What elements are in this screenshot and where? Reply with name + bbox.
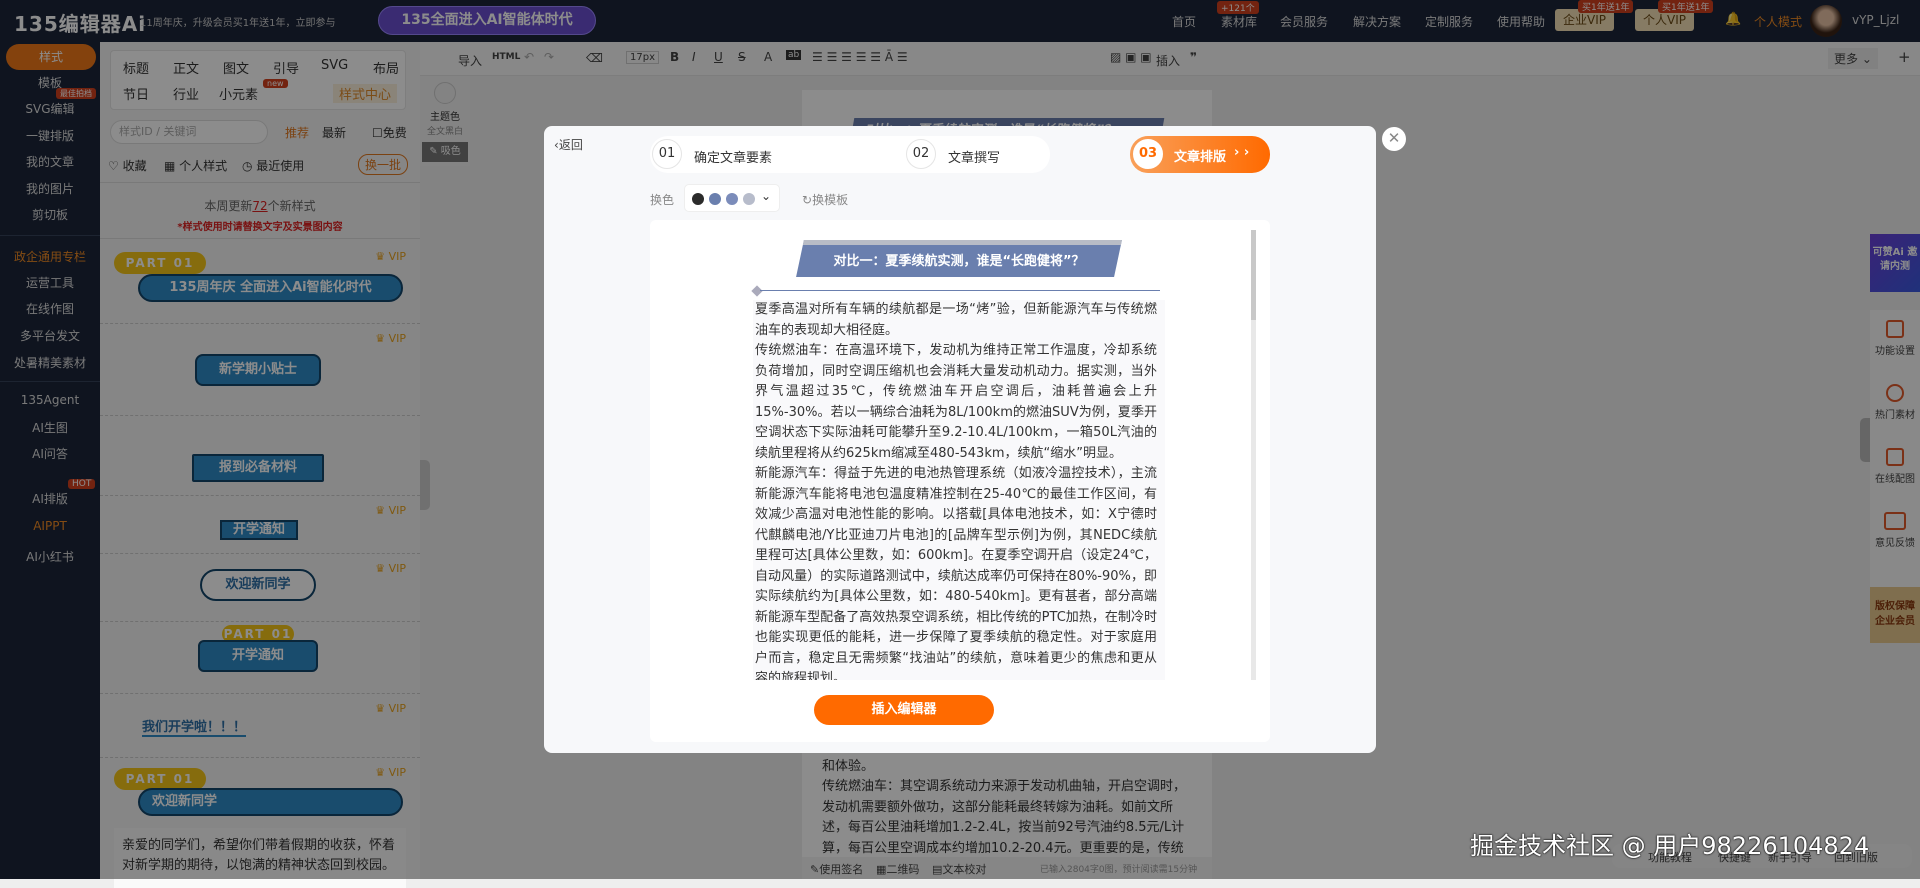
paragraph: 夏季高温对所有车辆的续航都是一场“烤”验，但新能源汽车与传统燃油车的表现却大相径… xyxy=(755,302,1157,338)
step-3-label: 文章排版 xyxy=(1174,150,1227,165)
step-1-number: 01 xyxy=(652,139,682,169)
close-icon[interactable]: ✕ xyxy=(1382,127,1406,151)
color-label: 换色 xyxy=(650,193,675,207)
chevron-down-icon: ⌄ xyxy=(761,189,772,203)
insert-editor-button[interactable]: 插入编辑器 xyxy=(814,695,994,725)
step-3-active[interactable]: 03 文章排版 › › xyxy=(1130,136,1270,173)
swatch-4 xyxy=(743,193,755,205)
diamond-icon xyxy=(751,285,763,297)
back-button[interactable]: ‹返回 xyxy=(554,136,583,153)
swatch-3 xyxy=(726,193,738,205)
paragraph: 传统燃油车：在高温环境下，发动机为维持正常工作温度，冷却系统负荷增加，同时空调压… xyxy=(755,343,1157,461)
watermark: 掘金技术社区 @ 用户98226104824 xyxy=(1470,832,1870,860)
swatch-2 xyxy=(709,193,721,205)
change-template-button[interactable]: ↻换模板 xyxy=(802,191,848,208)
article-body[interactable]: 夏季高温对所有车辆的续航都是一场“烤”验，但新能源汽车与传统燃油车的表现却大相径… xyxy=(753,300,1165,680)
step-1-label[interactable]: 确定文章要素 xyxy=(694,147,772,166)
step-2-label[interactable]: 文章撰写 xyxy=(948,147,1000,166)
chevrons-icon: › › xyxy=(1234,145,1250,160)
article-heading: 对比一：夏季续航实测，谁是“长跑健将”？ xyxy=(833,254,1085,269)
scrollbar[interactable] xyxy=(1251,230,1256,680)
swatch-1 xyxy=(692,193,704,205)
step-2-number: 02 xyxy=(906,139,936,169)
step-3-number: 03 xyxy=(1133,139,1163,169)
paragraph: 新能源汽车：得益于先进的电池热管理系统（如液冷温控技术），主流新能源汽车能将电池… xyxy=(755,466,1157,680)
preview-panel: 对比一：夏季续航实测，谁是“长跑健将”？ 夏季高温对所有车辆的续航都是一场“烤”… xyxy=(650,220,1270,742)
color-scheme-select[interactable]: ⌄ xyxy=(684,184,780,212)
step-bar: 01 确定文章要素 02 文章撰写 xyxy=(650,136,1050,173)
ai-layout-modal: ‹返回 01 确定文章要素 02 文章撰写 03 文章排版 › › 换色 ⌄ ↻… xyxy=(544,126,1376,753)
